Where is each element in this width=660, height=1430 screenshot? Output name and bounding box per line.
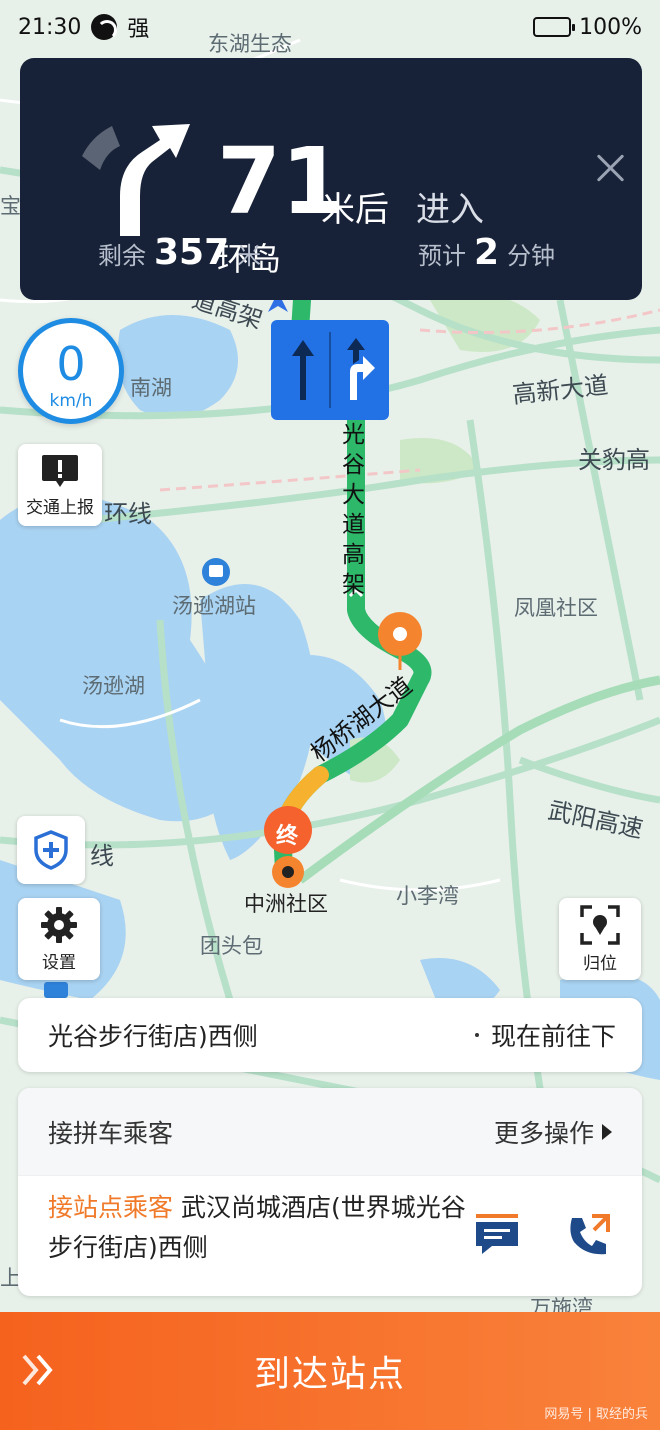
speedometer: 0 km/h	[18, 318, 124, 424]
speed-unit: km/h	[49, 391, 93, 411]
lane-divider	[329, 332, 331, 408]
watermark: 网易号 | 取经的兵	[544, 1407, 648, 1422]
map-label-guanbao: 关豹高	[578, 446, 650, 474]
status-time: 21:30	[18, 14, 82, 40]
map-label-tangxunhu: 汤逊湖	[82, 674, 145, 698]
map-label-tangxunhu-station: 汤逊湖站	[172, 594, 256, 618]
map-label-zhongzhou: 中洲社区	[244, 892, 328, 916]
recenter-button[interactable]: 归位	[559, 898, 641, 980]
passenger-card: 接拼车乘客 更多操作 接站点乘客 武汉尚城酒店(世界城光谷步行街店)西侧	[18, 1088, 642, 1296]
trip-status-text: 现在前往下	[490, 1022, 616, 1051]
turn-action: 进入	[416, 190, 484, 230]
battery-icon	[533, 17, 576, 37]
message-icon[interactable]	[474, 1212, 520, 1258]
double-chevron-right-icon	[22, 1354, 53, 1386]
close-icon[interactable]	[592, 150, 628, 186]
separator-dot	[474, 1033, 479, 1037]
end-marker-label: 终	[276, 824, 299, 849]
destination-text: 光谷步行街店)西侧	[48, 1022, 258, 1051]
shield-icon	[34, 830, 68, 870]
more-actions-button[interactable]: 更多操作	[494, 1114, 612, 1150]
pickup-address: 接站点乘客 武汉尚城酒店(世界城光谷步行街店)西侧	[48, 1188, 468, 1268]
map-label-xian: 线	[90, 842, 114, 870]
map-label-fenghuang: 凤凰社区	[514, 596, 598, 620]
alert-icon	[42, 454, 78, 487]
eta-unit: 分钟	[507, 242, 556, 270]
traffic-report-button[interactable]: 交通上报	[18, 444, 102, 526]
destination-bar[interactable]: 光谷步行街店)西侧 现在前往下	[18, 998, 642, 1072]
speed-value: 0	[56, 337, 86, 391]
trip-status: 现在前往下	[474, 1017, 616, 1053]
passenger-card-title: 接拼车乘客	[48, 1118, 174, 1148]
remaining-value: 357	[154, 232, 230, 273]
phone-icon[interactable]	[566, 1212, 612, 1258]
traffic-report-label: 交通上报	[26, 497, 94, 518]
eta-label: 预计	[418, 242, 466, 270]
battery-level: 100%	[579, 14, 642, 40]
safety-button[interactable]	[17, 816, 85, 884]
map-label-guanggu-road: 光谷大道高架	[342, 422, 365, 598]
more-actions-label: 更多操作	[493, 1118, 594, 1148]
arrive-at-station-button[interactable]: 到达站点 网易号 | 取经的兵	[0, 1312, 660, 1430]
recenter-label: 归位	[583, 953, 617, 974]
signal-icon	[91, 14, 118, 40]
pickup-tag: 接站点乘客	[48, 1193, 174, 1222]
map-label-nanhu: 南湖	[130, 376, 172, 400]
locate-icon	[580, 904, 620, 945]
remaining-unit: 米	[237, 242, 262, 270]
eta: 预计 2 分钟	[418, 232, 555, 273]
pickup-info: 接站点乘客 武汉尚城酒店(世界城光谷步行街店)西侧	[18, 1176, 642, 1296]
signal-label: 强	[127, 17, 150, 42]
map-label-huanxian: 环线	[104, 500, 152, 528]
lane-guidance	[271, 320, 389, 420]
eta-value: 2	[474, 232, 500, 273]
settings-button[interactable]: 设置	[18, 898, 100, 980]
remaining-label: 剩余	[98, 242, 146, 270]
passenger-card-header: 接拼车乘客 更多操作	[18, 1088, 642, 1176]
remaining-distance: 剩余 357 米	[98, 232, 261, 273]
map-label-tuantoubao: 团头包	[200, 934, 263, 958]
status-bar: 21:30 强 100%	[0, 0, 660, 54]
chevron-right-icon	[602, 1123, 612, 1140]
map-label-xiaoliwan: 小李湾	[396, 884, 459, 908]
map-label-bao: 宝	[0, 194, 21, 218]
settings-label: 设置	[42, 952, 76, 973]
arrive-label: 到达站点	[253, 1354, 406, 1395]
gear-icon	[41, 906, 77, 943]
turn-distance-unit: 米后	[321, 190, 389, 230]
